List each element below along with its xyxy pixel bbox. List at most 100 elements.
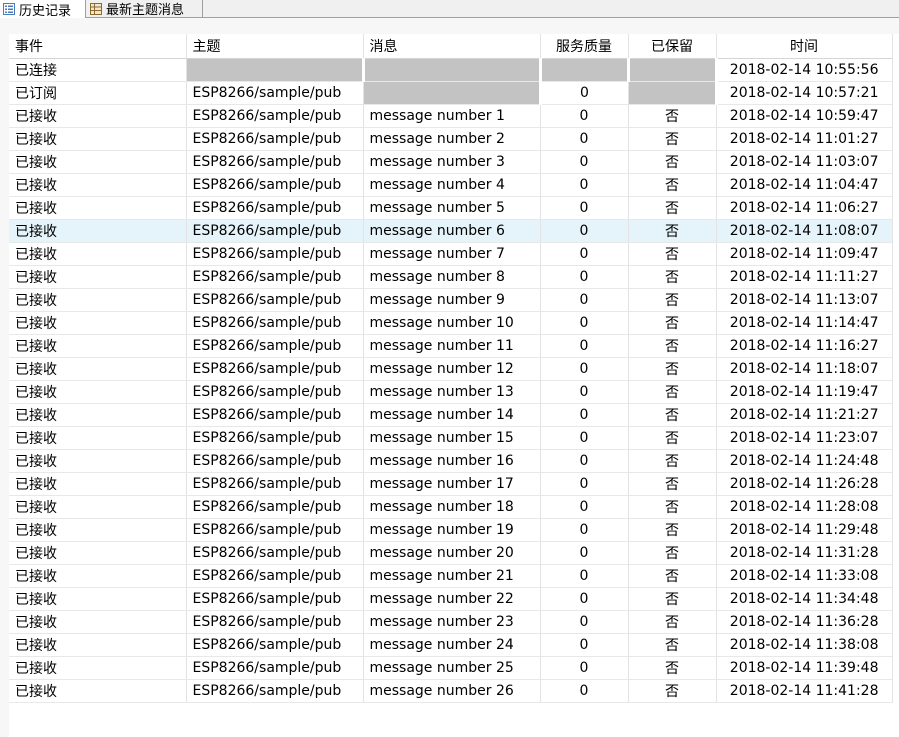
cell-retained: 否 xyxy=(628,633,717,657)
cell-message: message number 13 xyxy=(363,380,541,404)
cell-time: 2018-02-14 11:41:28 xyxy=(716,679,893,703)
cell-retained: 否 xyxy=(628,426,717,450)
cell-topic: ESP8266/sample/pub xyxy=(186,403,364,427)
cell-time: 2018-02-14 11:18:07 xyxy=(716,357,893,381)
table-row[interactable]: 已接收 ESP8266/sample/pub message number 10 0 否… xyxy=(9,311,893,335)
cell-retained: 否 xyxy=(628,679,717,703)
cell-retained: 否 xyxy=(628,265,717,289)
table-row[interactable]: 已接收 ESP8266/sample/pub message number 26 0 否… xyxy=(9,679,893,703)
table-row[interactable]: 已接收 ESP8266/sample/pub message number 90否2… xyxy=(9,288,893,312)
tab-label: 历史记录 xyxy=(19,3,72,19)
cell-event: 已接收 xyxy=(9,518,187,542)
cell-time: 2018-02-14 11:24:48 xyxy=(716,449,893,473)
cell-event: 已接收 xyxy=(9,495,187,519)
cell-retained: 否 xyxy=(628,472,717,496)
table-row[interactable]: 已接收 ESP8266/sample/pub message number 23 0 否… xyxy=(9,610,893,634)
table-row[interactable]: 已接收 ESP8266/sample/pub message number 16 0 否… xyxy=(9,449,893,473)
cell-topic: ESP8266/sample/pub xyxy=(186,288,364,312)
table-row[interactable]: 已连接 2018-02-14 10:55:56 xyxy=(9,58,893,82)
cell-retained: 否 xyxy=(628,541,717,565)
table-row[interactable]: 已接收 ESP8266/sample/pub message number 20 0 否… xyxy=(9,541,893,565)
table-row[interactable]: 已接收 ESP8266/sample/pub message number 21 0 否… xyxy=(9,564,893,588)
tab-history[interactable]: 历史记录 xyxy=(0,0,86,19)
cell-time: 2018-02-14 11:04:47 xyxy=(716,173,893,197)
cell-topic: ESP8266/sample/pub xyxy=(186,426,364,450)
table-icon xyxy=(90,2,102,15)
cell-retained: 否 xyxy=(628,196,717,220)
column-header-topic[interactable]: 主题 xyxy=(186,34,364,59)
cell-topic: ESP8266/sample/pub xyxy=(186,173,364,197)
cell-retained: 否 xyxy=(628,242,717,266)
column-header-event[interactable]: 事件 xyxy=(9,34,187,59)
cell-time: 2018-02-14 11:03:07 xyxy=(716,150,893,174)
cell-time: 2018-02-14 11:13:07 xyxy=(716,288,893,312)
cell-message: message number 25 xyxy=(363,656,541,680)
table-row[interactable]: 已接收 ESP8266/sample/pub message number 25 0 否… xyxy=(9,656,893,680)
cell-time: 2018-02-14 11:38:08 xyxy=(716,633,893,657)
column-header-qos[interactable]: 服务质量 xyxy=(540,34,629,59)
column-header-retained[interactable]: 已保留 xyxy=(628,34,717,59)
column-header-message[interactable]: 消息 xyxy=(363,34,541,59)
cell-event: 已接收 xyxy=(9,656,187,680)
cell-qos: 0 xyxy=(540,403,629,427)
table-row[interactable]: 已接收 ESP8266/sample/pub message number 80否2… xyxy=(9,265,893,289)
cell-event: 已接收 xyxy=(9,472,187,496)
cell-retained: 否 xyxy=(628,380,717,404)
cell-event: 已接收 xyxy=(9,610,187,634)
tab-label: 最新主题消息 xyxy=(106,3,185,18)
table-row[interactable]: 已接收 ESP8266/sample/pub message number 20否2… xyxy=(9,127,893,151)
table-row[interactable]: 已接收 ESP8266/sample/pub message number 12 0 否… xyxy=(9,357,893,381)
list-icon xyxy=(3,3,15,15)
cell-message: message number 10 xyxy=(363,311,541,335)
cell-message: message number 6 xyxy=(363,219,541,243)
cell-qos: 0 xyxy=(540,357,629,381)
table-row[interactable]: 已接收 ESP8266/sample/pub message number 30否2… xyxy=(9,150,893,174)
cell-qos: 0 xyxy=(540,679,629,703)
cell-topic: ESP8266/sample/pub xyxy=(186,656,364,680)
cell-qos: 0 xyxy=(540,127,629,151)
cell-time: 2018-02-14 11:21:27 xyxy=(716,403,893,427)
cell-qos: 0 xyxy=(540,449,629,473)
cell-event: 已接收 xyxy=(9,426,187,450)
cell-topic: ESP8266/sample/pub xyxy=(186,127,364,151)
cell-retained: 否 xyxy=(628,610,717,634)
cell-message: message number 23 xyxy=(363,610,541,634)
cell-event: 已接收 xyxy=(9,311,187,335)
cell-topic: ESP8266/sample/pub xyxy=(186,196,364,220)
cell-time: 2018-02-14 11:34:48 xyxy=(716,587,893,611)
table-row[interactable]: 已接收 ESP8266/sample/pub message number 14 0 否… xyxy=(9,403,893,427)
table-row[interactable]: 已接收 ESP8266/sample/pub message number 70否2… xyxy=(9,242,893,266)
cell-event: 已接收 xyxy=(9,196,187,220)
table-row[interactable]: 已接收 ESP8266/sample/pub message number 18 0 否… xyxy=(9,495,893,519)
cell-retained: 否 xyxy=(628,357,717,381)
cell-message xyxy=(363,58,542,82)
cell-retained: 否 xyxy=(628,127,717,151)
tab-latest-topic-messages[interactable]: 最新主题消息 xyxy=(87,0,203,18)
column-header-time[interactable]: 时间 xyxy=(716,34,893,59)
table-row[interactable]: 已接收 ESP8266/sample/pub message number 13 0 否… xyxy=(9,380,893,404)
cell-qos: 0 xyxy=(540,633,629,657)
cell-retained: 否 xyxy=(628,449,717,473)
cell-qos: 0 xyxy=(540,472,629,496)
table-row[interactable]: 已接收 ESP8266/sample/pub message number 15 0 否… xyxy=(9,426,893,450)
table-row[interactable]: 已接收 ESP8266/sample/pub message number 22 0 否… xyxy=(9,587,893,611)
cell-message: message number 4 xyxy=(363,173,541,197)
cell-retained: 否 xyxy=(628,564,717,588)
table-row[interactable]: 已接收 ESP8266/sample/pub message number 17 0 否… xyxy=(9,472,893,496)
cell-retained: 否 xyxy=(628,219,717,243)
table-row[interactable]: 已接收 ESP8266/sample/pub message number 11 0 否… xyxy=(9,334,893,358)
table-row[interactable]: 已接收 ESP8266/sample/pub message number 24 0 否… xyxy=(9,633,893,657)
cell-message: message number 17 xyxy=(363,472,541,496)
table-row[interactable]: 已接收 ESP8266/sample/pub message number 60否2… xyxy=(9,219,893,243)
table-row[interactable]: 已接收 ESP8266/sample/pub message number 10否2… xyxy=(9,104,893,128)
cell-topic: ESP8266/sample/pub xyxy=(186,104,364,128)
table-row[interactable]: 已接收 ESP8266/sample/pub message number 50否2… xyxy=(9,196,893,220)
cell-event: 已接收 xyxy=(9,334,187,358)
cell-topic xyxy=(186,58,365,82)
cell-topic: ESP8266/sample/pub xyxy=(186,541,364,565)
cell-message: message number 8 xyxy=(363,265,541,289)
table-row[interactable]: 已接收 ESP8266/sample/pub message number 40否2… xyxy=(9,173,893,197)
table-row[interactable]: 已订阅 ESP8266/sample/pub 0 2018-02-14 10:57:2… xyxy=(9,81,893,105)
table-row[interactable]: 已接收 ESP8266/sample/pub message number 19 0 否… xyxy=(9,518,893,542)
cell-time: 2018-02-14 10:57:21 xyxy=(716,81,893,105)
